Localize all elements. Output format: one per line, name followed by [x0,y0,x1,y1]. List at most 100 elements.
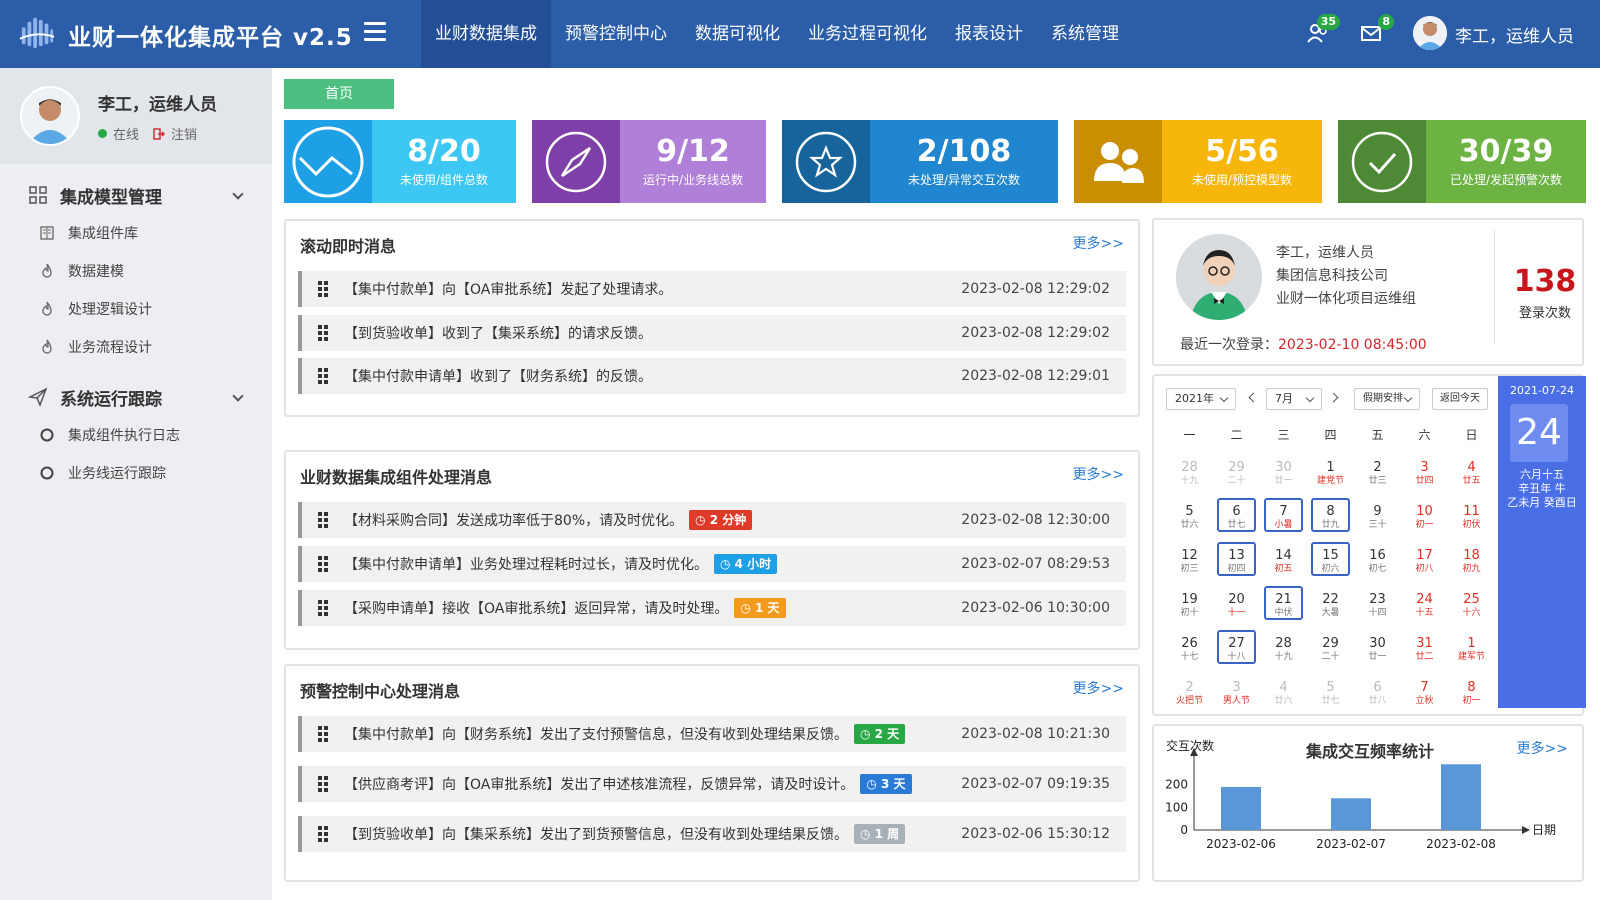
calendar-day[interactable]: 5 廿七 [1307,672,1354,716]
holiday-select[interactable]: 假期安排 [1354,388,1420,410]
calendar-day[interactable]: 2 火把节 [1166,672,1213,716]
today-button[interactable]: 返回今天 [1432,388,1488,410]
nav-item-report-design[interactable]: 报表设计 [941,0,1037,68]
nav-item-warning-center[interactable]: 预警控制中心 [551,0,681,68]
calendar-day[interactable]: 30 廿一 [1260,452,1307,496]
calendar-day[interactable]: 4 廿五 [1448,452,1495,496]
calendar-day[interactable]: 5 廿六 [1166,496,1213,540]
calendar-day[interactable]: 29 二十 [1307,628,1354,672]
stat-card-models[interactable]: 5/56 未使用/预控模型数 [1074,120,1322,203]
calendar-day[interactable]: 22 大暑 [1307,584,1354,628]
calendar-day[interactable]: 8 廿九 [1307,496,1354,540]
calendar-day[interactable]: 11 初伏 [1448,496,1495,540]
calendar-day[interactable]: 17 初八 [1401,540,1448,584]
more-link[interactable]: 更多>> [1073,464,1124,484]
calendar-day[interactable]: 10 初一 [1401,496,1448,540]
day-number: 1 [1326,460,1335,475]
calendar-day[interactable]: 19 初十 [1166,584,1213,628]
calendar-day[interactable]: 27 十八 [1213,628,1260,672]
month-select[interactable]: 7月 [1266,388,1322,410]
x-tick-label: 2023-02-06 [1206,837,1276,851]
message-row[interactable]: 【集中付款单】向【财务系统】发出了支付预警信息，但没有收到处理结果反馈。 ◷ 2… [298,716,1126,752]
calendar-day[interactable]: 8 初一 [1448,672,1495,716]
sidebar-item-logic-design[interactable]: 处理逻辑设计 [0,290,272,328]
calendar-day[interactable]: 1 建军节 [1448,628,1495,672]
drag-handle-icon [318,512,332,528]
stat-card-exceptions[interactable]: 2/108 未处理/异常交互次数 [782,120,1058,203]
day-lunar: 十七 [1180,652,1199,662]
nav-item-data-integration[interactable]: 业财数据集成 [421,0,551,68]
calendar-day[interactable]: 2 廿三 [1354,452,1401,496]
next-month-icon[interactable] [1328,392,1339,403]
calendar-day[interactable]: 6 廿八 [1354,672,1401,716]
tab-home[interactable]: 首页 [284,79,394,109]
people-notification-button[interactable]: 35 [1305,14,1340,46]
more-link[interactable]: 更多>> [1073,678,1124,698]
calendar-day[interactable]: 4 廿六 [1260,672,1307,716]
message-row[interactable]: 【到货验收单】收到了【集采系统】的请求反馈。 2023-02-08 12:29:… [298,315,1126,351]
chart-bar[interactable] [1221,786,1261,830]
calendar-day[interactable]: 14 初五 [1260,540,1307,584]
calendar-day[interactable]: 25 十六 [1448,584,1495,628]
message-row[interactable]: 【采购申请单】接收【OA审批系统】返回异常，请及时处理。 ◷ 1 天 2023-… [298,590,1126,626]
day-lunar: 廿七 [1321,696,1340,706]
logo-icon [19,17,55,49]
nav-item-process-visualization[interactable]: 业务过程可视化 [794,0,941,68]
calendar-day[interactable]: 9 三十 [1354,496,1401,540]
stat-card-warnings[interactable]: 30/39 已处理/发起预警次数 [1338,120,1586,203]
message-row[interactable]: 【集中付款申请单】业务处理过程耗时过长，请及时优化。 ◷ 4 小时 2023-0… [298,546,1126,582]
sidebar-item-component-library[interactable]: 集成组件库 [0,214,272,252]
sidebar-item-business-line-tracking[interactable]: 业务线运行跟踪 [0,454,272,492]
message-row[interactable]: 【集中付款单】向【OA审批系统】发起了处理请求。 2023-02-08 12:2… [298,271,1126,307]
message-row[interactable]: 【供应商考评】向【OA审批系统】发出了申述核准流程，反馈异常，请及时设计。 ◷ … [298,766,1126,802]
message-row[interactable]: 【集中付款申请单】收到了【财务系统】的反馈。 2023-02-08 12:29:… [298,358,1126,394]
stat-card-business-lines[interactable]: 9/12 运行中/业务线总数 [532,120,766,203]
header-avatar[interactable] [1413,16,1447,50]
calendar-day[interactable]: 18 初九 [1448,540,1495,584]
calendar-day[interactable]: 1 建党节 [1307,452,1354,496]
message-row[interactable]: 【到货验收单】向【集采系统】发出了到货预警信息，但没有收到处理结果反馈。 ◷ 1… [298,816,1126,852]
calendar-day[interactable]: 28 十九 [1260,628,1307,672]
calendar-day[interactable]: 28 十九 [1166,452,1213,496]
sidebar-item-process-design[interactable]: 业务流程设计 [0,328,272,366]
sidebar-group-run-tracking[interactable]: 系统运行跟踪 [0,378,272,416]
more-link[interactable]: 更多>> [1073,233,1124,253]
calendar-day[interactable]: 7 小暑 [1260,496,1307,540]
day-lunar: 初八 [1415,564,1434,574]
calendar-day[interactable]: 15 初六 [1307,540,1354,584]
calendar-day[interactable]: 7 立秋 [1401,672,1448,716]
calendar-day[interactable]: 13 初四 [1213,540,1260,584]
drag-handle-icon [318,826,332,842]
chart-bar[interactable] [1441,764,1481,830]
calendar-day[interactable]: 30 廿一 [1354,628,1401,672]
calendar-day[interactable]: 16 初七 [1354,540,1401,584]
calendar-day[interactable]: 24 十五 [1401,584,1448,628]
calendar-day[interactable]: 26 十七 [1166,628,1213,672]
sidebar-item-data-modeling[interactable]: 数据建模 [0,252,272,290]
logout-link[interactable]: 注销 [171,124,197,143]
calendar-day[interactable]: 20 十一 [1213,584,1260,628]
calendar-day[interactable]: 3 廿四 [1401,452,1448,496]
calendar-day[interactable]: 6 廿七 [1213,496,1260,540]
chart-bar[interactable] [1331,798,1371,830]
header-user-name[interactable]: 李工，运维人员 [1455,22,1574,47]
calendar-day[interactable]: 29 二十 [1213,452,1260,496]
nav-item-system-management[interactable]: 系统管理 [1037,0,1133,68]
nav-item-data-visualization[interactable]: 数据可视化 [681,0,794,68]
calendar-day[interactable]: 23 十四 [1354,584,1401,628]
sidebar-item-execution-log[interactable]: 集成组件执行日志 [0,416,272,454]
calendar-day[interactable]: 21 中伏 [1260,584,1307,628]
prev-month-icon[interactable] [1248,392,1259,403]
day-number: 7 [1420,680,1429,695]
stat-card-components[interactable]: 8/20 未使用/组件总数 [284,120,516,203]
message-row[interactable]: 【材料采购合同】发送成功率低于80%，请及时优化。 ◷ 2 分钟 2023-02… [298,502,1126,538]
sidebar-group-model-management[interactable]: 集成模型管理 [0,176,272,214]
year-select[interactable]: 2021年 [1166,388,1236,410]
calendar-day[interactable]: 12 初三 [1166,540,1213,584]
day-number: 26 [1181,636,1198,651]
menu-toggle-icon[interactable] [364,22,386,42]
message-text: 【材料采购合同】发送成功率低于80%，请及时优化。 [344,513,684,529]
mail-notification-button[interactable]: 8 [1359,14,1394,46]
calendar-day[interactable]: 31 廿二 [1401,628,1448,672]
calendar-day[interactable]: 3 男人节 [1213,672,1260,716]
